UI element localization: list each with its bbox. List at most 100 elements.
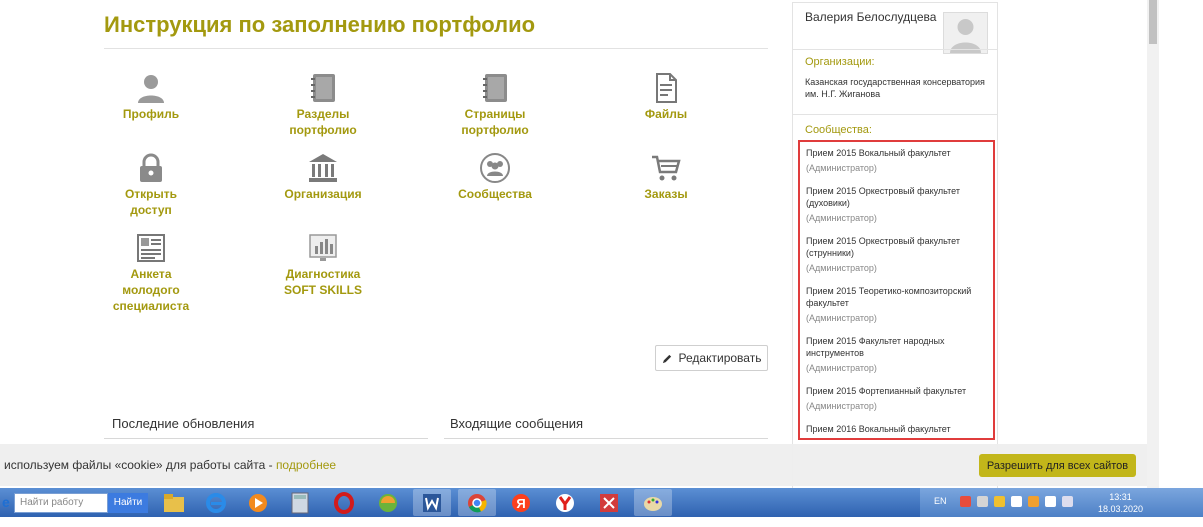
building-icon	[309, 154, 337, 182]
tray-app-icon[interactable]	[977, 496, 988, 507]
sidebar-divider	[793, 49, 997, 50]
pencil-icon	[662, 354, 671, 363]
community-item[interactable]: Прием 2015 Вокальный факультет (Админист…	[806, 147, 986, 174]
tile-label: Открыть доступ	[124, 187, 178, 217]
yandex-browser-icon[interactable]	[546, 489, 584, 516]
tile-open-access[interactable]: Открыть доступ	[103, 152, 199, 218]
yandex-icon[interactable]: Я	[502, 489, 540, 516]
system-tray: EN 13:31 18.03.2020	[920, 488, 1203, 517]
windows-taskbar: e Найти работу Найти Я EN 13:31 18.03.20…	[0, 488, 1203, 517]
communities-list: Прием 2015 Вокальный факультет (Админист…	[798, 140, 995, 440]
tile-label: Анкета молодого специалиста	[112, 267, 190, 313]
tile-young-specialist-form[interactable]: Анкета молодого специалиста	[103, 232, 199, 314]
taskbar-search-input[interactable]: Найти работу	[14, 493, 108, 513]
taskbar-find-button[interactable]: Найти	[108, 493, 148, 513]
paint-icon[interactable]	[634, 489, 672, 516]
scrollbar-thumb[interactable]	[1149, 0, 1157, 44]
tile-organization[interactable]: Организация	[275, 152, 371, 202]
flag-icon[interactable]	[1045, 496, 1056, 507]
tile-communities[interactable]: Сообщества	[447, 152, 543, 202]
screen-edge	[0, 517, 1203, 527]
community-name: Прием 2015 Теоретико-композиторский факу…	[806, 286, 972, 308]
messages-divider	[444, 438, 768, 439]
app-icon[interactable]	[590, 489, 628, 516]
file-explorer-icon[interactable]	[155, 489, 193, 516]
tile-label: Организация	[284, 187, 362, 201]
notebook-icon	[311, 74, 335, 102]
cookie-more-link[interactable]: подробнее	[276, 458, 336, 472]
tile-profile[interactable]: Профиль	[103, 72, 199, 122]
calculator-icon[interactable]	[281, 489, 319, 516]
main-content: Инструкция по заполнению портфолио Профи…	[104, 0, 768, 490]
language-indicator[interactable]: EN	[934, 496, 947, 506]
community-name: Прием 2016 Вокальный факультет	[806, 424, 951, 434]
community-name: Прием 2015 Фортепианный факультет	[806, 386, 967, 396]
community-item[interactable]: Прием 2015 Оркестровый факультет (духови…	[806, 185, 986, 224]
page-scrollbar[interactable]	[1147, 0, 1159, 490]
tile-label: Сообщества	[458, 187, 532, 201]
network-icon[interactable]	[1062, 496, 1073, 507]
community-role: (Администратор)	[806, 213, 877, 223]
organization-link[interactable]: Казанская государственная консерватория …	[805, 76, 985, 100]
tray-app-icon[interactable]	[1028, 496, 1039, 507]
page-title: Инструкция по заполнению портфолио	[104, 12, 536, 37]
community-role: (Администратор)	[806, 313, 877, 323]
form-icon	[137, 234, 165, 262]
tile-portfolio-pages[interactable]: Страницы портфолио	[447, 72, 543, 138]
tile-label: Страницы портфолио	[461, 107, 529, 137]
allow-cookies-button[interactable]: Разрешить для всех сайтов	[979, 454, 1136, 477]
community-name: Прием 2015 Вокальный факультет	[806, 148, 951, 158]
user-icon	[138, 75, 164, 103]
cookie-text: используем файлы «cookie» для работы сай…	[4, 458, 336, 472]
notebook-icon	[483, 74, 507, 102]
clock[interactable]: 13:31 18.03.2020	[1098, 491, 1143, 515]
profile-sidebar: Валерия Белослудцева Организации: Казанс…	[792, 2, 998, 492]
community-role: (Администратор)	[806, 263, 877, 273]
tray-app-icon[interactable]	[994, 496, 1005, 507]
community-item[interactable]: Прием 2015 Фортепианный факультет (Админ…	[806, 385, 986, 412]
avatar[interactable]	[943, 12, 988, 54]
chart-icon	[309, 234, 337, 261]
tile-portfolio-sections[interactable]: Разделы портфолио	[275, 72, 371, 138]
community-item[interactable]: Прием 2015 Оркестровый факультет (струнн…	[806, 235, 986, 274]
messages-heading: Входящие сообщения	[450, 416, 584, 431]
community-role: (Администратор)	[806, 363, 877, 373]
tile-soft-skills[interactable]: Диагностика SOFT SKILLS	[275, 232, 371, 298]
app-icon[interactable]	[369, 489, 407, 516]
cart-icon	[652, 155, 681, 181]
internet-explorer-icon[interactable]	[197, 489, 235, 516]
file-icon	[656, 73, 677, 103]
cookie-message: используем файлы «cookie» для работы сай…	[4, 458, 276, 472]
lock-icon	[140, 153, 162, 182]
chrome-icon[interactable]	[458, 489, 496, 516]
organizations-heading: Организации:	[805, 56, 875, 68]
communities-heading: Сообщества:	[805, 124, 872, 136]
community-item[interactable]: Прием 2016 Вокальный факультет (Админист…	[806, 423, 986, 438]
community-name: Прием 2015 Оркестровый факультет (духови…	[806, 186, 961, 208]
avatar-placeholder-icon	[950, 19, 981, 53]
tile-orders[interactable]: Заказы	[618, 152, 714, 202]
tray-app-icon[interactable]	[960, 496, 971, 507]
community-item[interactable]: Прием 2015 Факультет народных инструмент…	[806, 335, 986, 374]
svg-text:Я: Я	[516, 496, 525, 511]
tile-label: Профиль	[122, 107, 180, 121]
media-player-icon[interactable]	[239, 489, 277, 516]
title-divider	[104, 48, 768, 49]
tile-files[interactable]: Файлы	[618, 72, 714, 122]
user-name[interactable]: Валерия Белослудцева	[805, 10, 943, 24]
updates-heading: Последние обновления	[112, 416, 255, 431]
edit-button[interactable]: Редактировать	[655, 345, 768, 371]
tile-label: Файлы	[644, 107, 688, 121]
group-icon	[480, 153, 510, 183]
clock-time: 13:31	[1109, 492, 1132, 502]
word-icon[interactable]	[413, 489, 451, 516]
community-name: Прием 2015 Оркестровый факультет (струнн…	[806, 236, 961, 258]
community-item[interactable]: Прием 2015 Теоретико-композиторский факу…	[806, 285, 986, 324]
community-role: (Администратор)	[806, 163, 877, 173]
opera-icon[interactable]	[325, 489, 363, 516]
community-role: (Администратор)	[806, 401, 877, 411]
updates-divider	[104, 438, 428, 439]
cookie-banner: используем файлы «cookie» для работы сай…	[0, 444, 1147, 486]
ie-search-icon: e	[2, 494, 10, 510]
volume-icon[interactable]	[1011, 496, 1022, 507]
